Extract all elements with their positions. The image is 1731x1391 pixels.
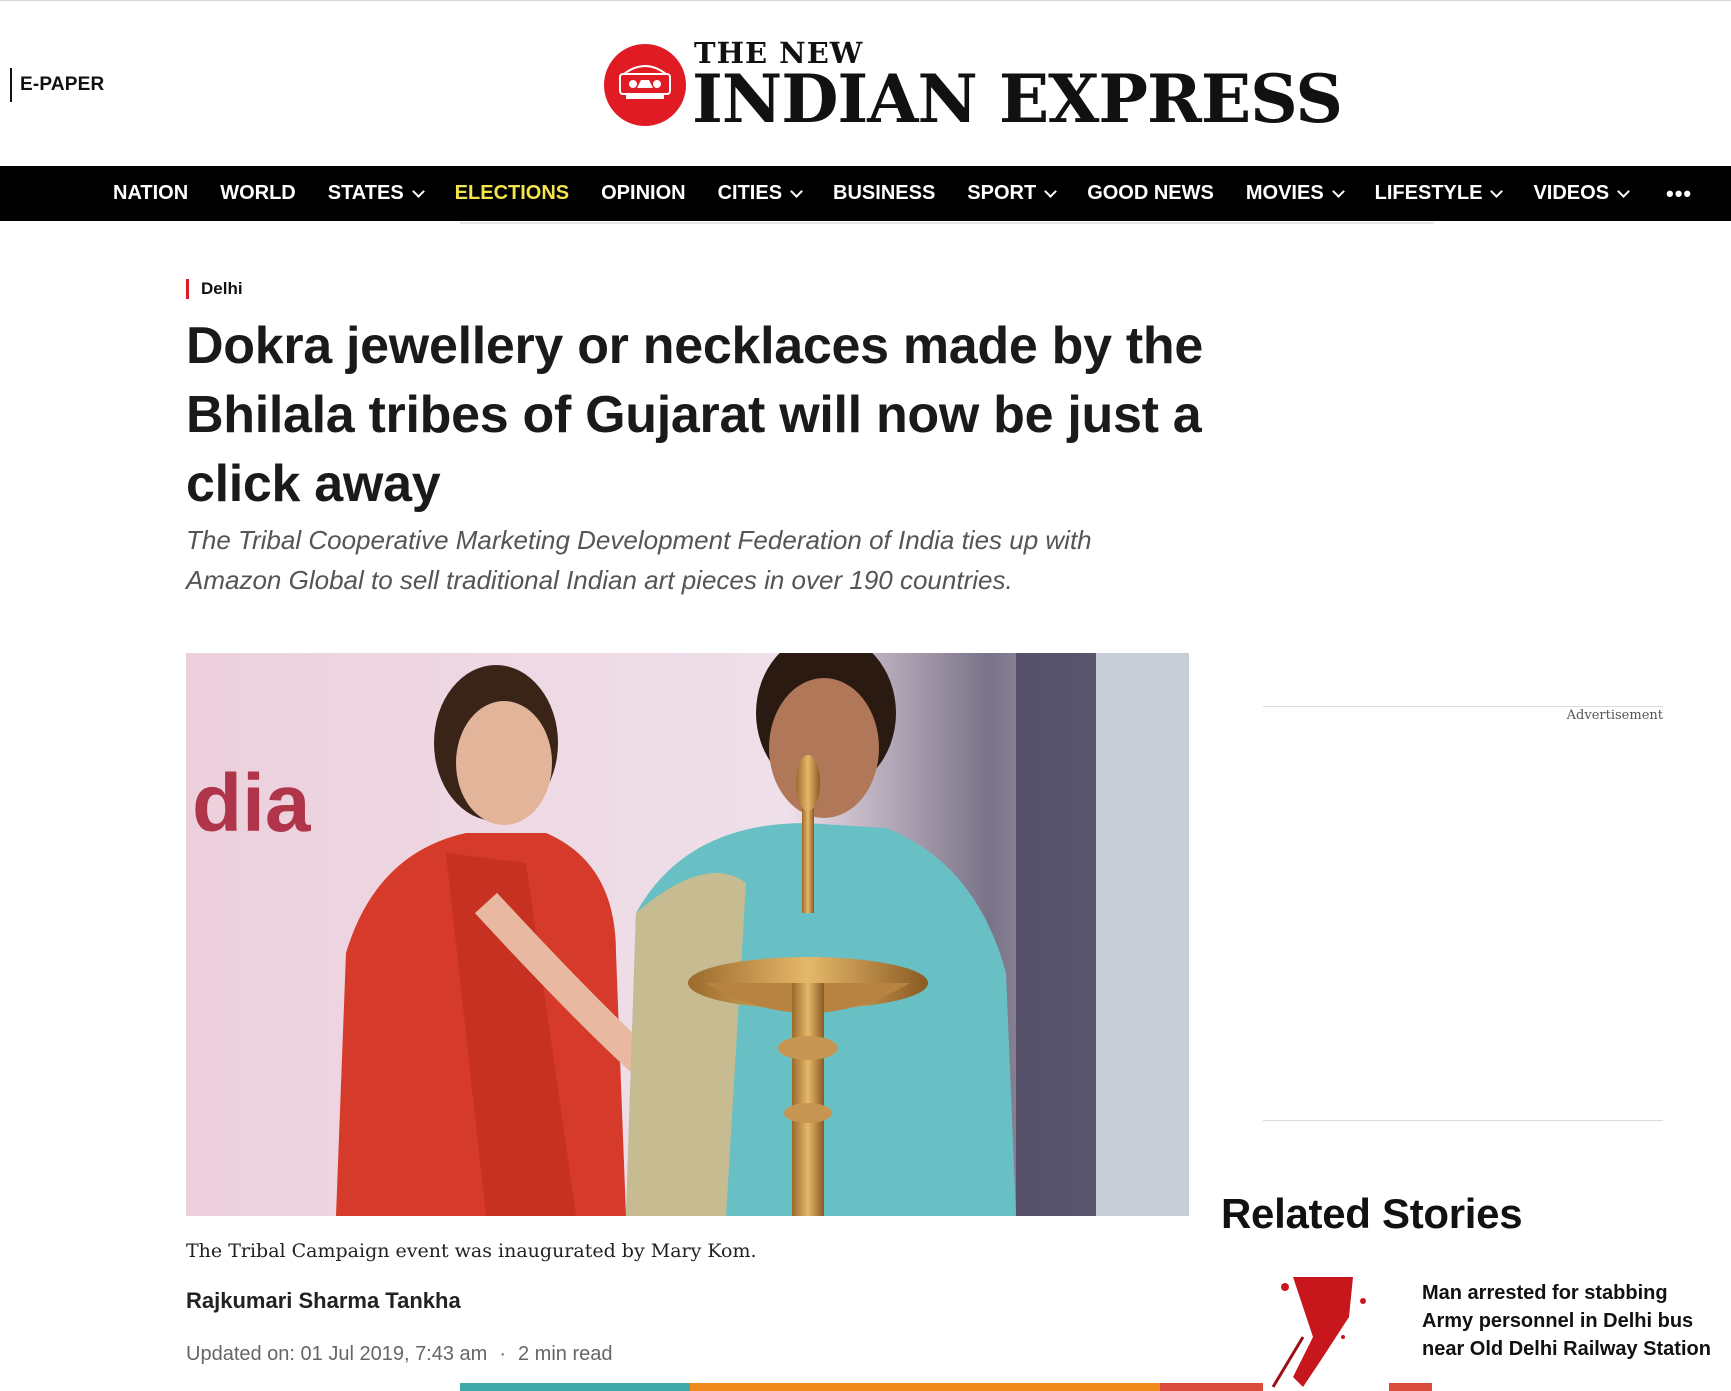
nav-item-label: SPORT [967,182,1037,204]
nav-item-world[interactable]: WORLD [220,182,296,205]
chevron-down-icon [790,184,803,198]
nav-item-label: MOVIES [1245,182,1324,204]
ad-top-divider [1263,706,1663,707]
nav-item-lifestyle[interactable]: LIFESTYLE [1374,182,1504,205]
nav-item-good-news[interactable]: GOOD NEWS [1087,182,1214,205]
nav-item-label: ELECTIONS [454,182,570,204]
related-story-title[interactable]: Man arrested for stabbing Army personnel… [1422,1279,1712,1363]
nav-item-states[interactable]: STATES [327,182,425,205]
nav-underline [460,222,1434,224]
nav-item-nation[interactable]: NATION [113,182,188,205]
chevron-down-icon [1044,184,1058,198]
nav-item-label: WORLD [220,182,296,204]
section-label: Delhi [201,279,243,298]
section-tag[interactable]: Delhi [186,279,243,299]
top-border [0,0,1731,1]
nav-item-label: LIFESTYLE [1374,182,1483,204]
epaper-link[interactable]: E-PAPER [10,68,104,102]
nav-item-label: OPINION [601,182,686,204]
article-meta: Updated on: 01 Jul 2019, 7:43 am · 2 min… [186,1343,613,1366]
updated-date: Updated on: 01 Jul 2019, 7:43 am [186,1343,488,1365]
nav-items: NATION WORLD STATES ELECTIONS OPINION CITIES B… [113,166,1660,221]
logo-line2: INDIAN EXPRESS [692,59,1343,138]
article-headline: Dokra jewellery or necklaces made by the… [186,317,1203,513]
logo-emblem-icon [604,44,686,126]
more-menu-icon[interactable]: ••• [1666,166,1692,221]
related-stories-heading: Related Stories [1221,1190,1523,1237]
article-subheadline: The Tribal Cooperative Marketing Develop… [186,525,1092,595]
chevron-down-icon [1490,184,1504,198]
nav-item-business[interactable]: BUSINESS [833,182,935,205]
meta-separator: · [499,1343,506,1365]
nav-item-movies[interactable]: MOVIES [1245,182,1345,205]
related-story-thumbnail[interactable] [1263,1277,1389,1391]
nav-item-opinion[interactable]: OPINION [601,182,685,205]
nav-item-label: VIDEOS [1533,182,1610,204]
photo-caption: The Tribal Campaign event was inaugurate… [186,1240,757,1262]
nav-item-label: STATES [327,182,404,204]
nav-item-label: BUSINESS [833,182,936,204]
ad-bottom-divider [1263,1120,1663,1121]
nav-item-label: CITIES [717,182,783,204]
site-logo[interactable]: THE NEW INDIAN EXPRESS [604,38,1343,132]
read-time: 2 min read [518,1343,613,1365]
nav-item-videos[interactable]: VIDEOS [1533,182,1630,205]
nav-item-cities[interactable]: CITIES [717,182,803,205]
main-nav: NATION WORLD STATES ELECTIONS OPINION CITIES B… [0,166,1731,221]
chevron-down-icon [1331,184,1345,198]
chevron-down-icon [411,184,425,198]
nav-item-label: NATION [113,182,189,204]
chevron-down-icon [1617,184,1630,198]
article-photo: dia [186,653,1189,1216]
svg-text:dia: dia [192,758,312,849]
nav-item-label: GOOD NEWS [1087,182,1214,204]
nav-item-elections[interactable]: ELECTIONS [455,182,569,205]
advertisement-label: Advertisement [1566,708,1663,723]
nav-item-sport[interactable]: SPORT [967,182,1058,205]
author-name[interactable]: Rajkumari Sharma Tankha [186,1288,461,1314]
